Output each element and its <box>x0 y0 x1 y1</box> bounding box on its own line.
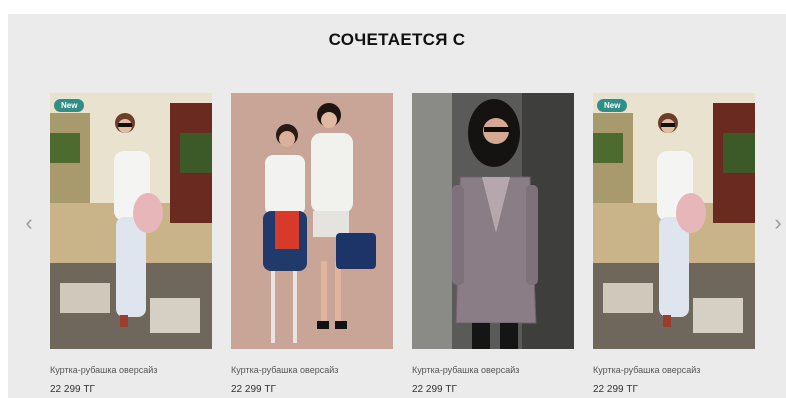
chevron-right-icon: › <box>774 210 782 235</box>
product-name[interactable]: Куртка-рубашка оверсайз <box>412 365 574 375</box>
new-badge: New <box>54 99 85 112</box>
product-photo-studio <box>231 93 393 349</box>
product-price: 22 299 ТГ <box>231 384 276 395</box>
product-card[interactable]: Куртка-рубашка оверсайз 22 299 ТГ <box>412 93 574 395</box>
product-price: 22 299 ТГ <box>593 384 638 395</box>
product-name[interactable]: Куртка-рубашка оверсайз <box>231 365 393 375</box>
product-name[interactable]: Куртка-рубашка оверсайз <box>593 365 755 375</box>
product-image[interactable]: New <box>593 93 755 349</box>
carousel-next-button[interactable]: › <box>769 210 786 236</box>
chevron-left-icon: ‹ <box>25 210 33 235</box>
product-photo-street <box>593 93 755 349</box>
section-title: СОЧЕТАЕТСЯ С <box>328 30 466 49</box>
product-card[interactable]: New Куртка-рубашка оверсайз 22 299 ТГ <box>593 93 755 395</box>
product-image[interactable] <box>231 93 393 349</box>
product-card[interactable]: New Куртка-рубашка оверсайз 22 299 ТГ <box>50 93 212 395</box>
product-photo-street <box>50 93 212 349</box>
product-price: 22 299 ТГ <box>50 384 95 395</box>
product-card[interactable]: Куртка-рубашка оверсайз 22 299 ТГ <box>231 93 393 395</box>
product-price: 22 299 ТГ <box>412 384 457 395</box>
product-photo-blazer <box>412 93 574 349</box>
product-image[interactable] <box>412 93 574 349</box>
product-image[interactable]: New <box>50 93 212 349</box>
carousel-prev-button[interactable]: ‹ <box>20 210 38 236</box>
product-name[interactable]: Куртка-рубашка оверсайз <box>50 365 212 375</box>
related-products-section: СОЧЕТАЕТСЯ С ‹ › New Куртка-рубашка овер… <box>8 14 786 398</box>
new-badge: New <box>597 99 628 112</box>
